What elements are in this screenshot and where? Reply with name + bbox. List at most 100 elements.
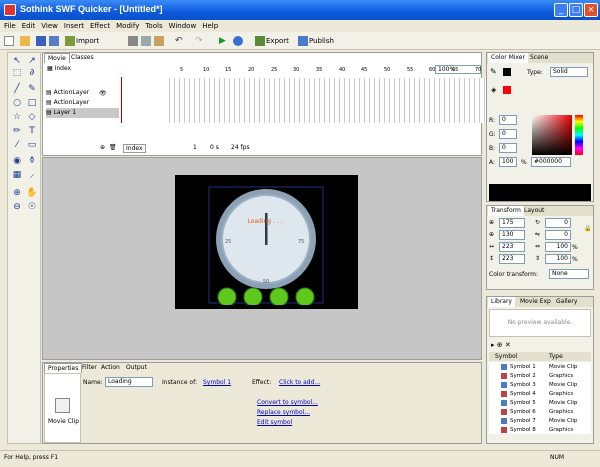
y-input[interactable]: 130	[499, 230, 525, 240]
tab-scene[interactable]: Scene	[527, 53, 551, 63]
hand-tool-icon[interactable]: ✋	[26, 187, 38, 199]
menu-window[interactable]: Window	[169, 20, 197, 32]
hue-slider[interactable]	[575, 115, 583, 155]
subselect-tool-icon[interactable]: ↗	[26, 55, 38, 67]
cut-icon[interactable]	[128, 36, 138, 46]
menu-view[interactable]: View	[41, 20, 58, 32]
instance-link[interactable]: Symbol 1	[203, 379, 231, 386]
height-input[interactable]: 223	[499, 254, 525, 264]
eraser-tool-icon[interactable]: ▭	[26, 139, 38, 151]
brush-tool-icon[interactable]: ⁄	[11, 139, 23, 151]
gradient-tool-icon[interactable]: ▦	[11, 169, 23, 181]
shape-tool-icon[interactable]: ◇	[26, 111, 38, 123]
maximize-button[interactable]: □	[569, 3, 583, 17]
stroke-swatch[interactable]	[503, 68, 511, 76]
open-folder-icon[interactable]	[20, 36, 30, 46]
tab-movie[interactable]: Movie	[44, 53, 70, 63]
layer-row[interactable]: ▤ ActionLayer	[46, 88, 119, 98]
publish-icon[interactable]	[298, 36, 308, 46]
eyedropper-tool-icon[interactable]: ⸝	[26, 169, 38, 181]
pen-tool-icon[interactable]: ✎	[26, 83, 38, 95]
tab-output[interactable]: Output	[123, 363, 150, 373]
list-item[interactable]: Symbol 1 Movie Clip	[501, 363, 587, 371]
edit-symbol-link[interactable]: Edit symbol	[257, 419, 292, 426]
list-item[interactable]: Symbol 7 Movie Clip	[501, 417, 587, 425]
pause-button-icon[interactable]	[243, 287, 263, 305]
view-tool-icon[interactable]: ☉	[26, 201, 38, 213]
menu-effect[interactable]: Effect	[90, 20, 110, 32]
delete-layer-icon[interactable]: 🗑	[109, 144, 117, 151]
tab-filter[interactable]: Filter	[79, 363, 100, 373]
tab-color-mixer[interactable]: Color Mixer	[488, 53, 528, 63]
menu-insert[interactable]: Insert	[64, 20, 84, 32]
color-transform-select[interactable]: None	[549, 269, 589, 279]
rewind-button-icon[interactable]	[269, 287, 289, 305]
scale-y-input[interactable]: 100	[545, 254, 571, 264]
r-input[interactable]: 0	[499, 115, 517, 125]
menu-help[interactable]: Help	[202, 20, 218, 32]
ellipse-tool-icon[interactable]: ○	[11, 97, 23, 109]
menu-modify[interactable]: Modify	[116, 20, 139, 32]
tab-movie-exp[interactable]: Movie Exp	[517, 297, 554, 307]
copy-icon[interactable]	[141, 36, 151, 46]
layer-row-selected[interactable]: ▤ Layer 1	[46, 108, 119, 118]
color-picker[interactable]	[532, 115, 572, 155]
arrow-tool-icon[interactable]: ↖	[11, 55, 23, 67]
new-file-icon[interactable]	[4, 36, 14, 46]
width-input[interactable]: 223	[499, 242, 525, 252]
bucket-tool-icon[interactable]: ⚱	[26, 155, 38, 167]
tab-library[interactable]: Library	[488, 297, 515, 307]
redo-icon[interactable]: ↷	[195, 36, 205, 46]
polygon-tool-icon[interactable]: ☆	[11, 111, 23, 123]
alpha-input[interactable]: 100	[499, 157, 517, 167]
library-toolbar-icon[interactable]: ▸ ⊕ ✕	[491, 341, 511, 349]
zoom-tool-icon[interactable]: ⊕	[11, 187, 23, 199]
eye-icon[interactable]: 👁	[99, 90, 107, 97]
layer-row[interactable]: ▤ ActionLayer	[46, 98, 119, 108]
publish-button[interactable]: Publish	[309, 35, 334, 47]
add-effect-link[interactable]: Click to add...	[279, 379, 320, 386]
import-icon[interactable]	[65, 36, 75, 46]
name-input[interactable]: Loading	[105, 377, 153, 387]
g-input[interactable]: 0	[499, 129, 517, 139]
minimize-button[interactable]: _	[554, 3, 568, 17]
b-input[interactable]: 0	[499, 143, 517, 153]
tab-properties[interactable]: Properties	[44, 363, 83, 373]
replace-symbol-link[interactable]: Replace symbol...	[257, 409, 310, 416]
list-item[interactable]: Symbol 8 Graphics	[501, 426, 587, 434]
convert-symbol-link[interactable]: Convert to symbol...	[257, 399, 318, 406]
hex-input[interactable]: #000000	[531, 157, 571, 167]
tab-gallery[interactable]: Gallery	[553, 297, 580, 307]
save-icon[interactable]	[36, 36, 46, 46]
tab-transform[interactable]: Transform	[488, 206, 524, 216]
text-tool-icon[interactable]: T	[26, 125, 38, 137]
scene-selector[interactable]: ▦ Index	[47, 65, 71, 72]
skew-input[interactable]: 0	[545, 230, 571, 240]
add-layer-icon[interactable]: ⊕	[100, 144, 105, 151]
list-item[interactable]: Symbol 3 Movie Clip	[501, 381, 587, 389]
clock-graphic[interactable]: Loading . . . 25 50 75	[205, 185, 327, 305]
menu-edit[interactable]: Edit	[22, 20, 36, 32]
scale-x-input[interactable]: 100	[545, 242, 571, 252]
rotate-input[interactable]: 0	[545, 218, 571, 228]
preview-icon[interactable]	[233, 36, 243, 46]
fill-tool-icon[interactable]: ◉	[11, 155, 23, 167]
export-icon[interactable]	[255, 36, 265, 46]
import-button[interactable]: Import	[76, 35, 99, 47]
tab-layout[interactable]: Layout	[521, 206, 547, 216]
line-tool-icon[interactable]: ╱	[11, 83, 23, 95]
undo-icon[interactable]: ↶	[175, 36, 185, 46]
tab-action[interactable]: Action	[98, 363, 123, 373]
pencil-tool-icon[interactable]: ✏	[11, 125, 23, 137]
rectangle-tool-icon[interactable]: □	[26, 97, 38, 109]
list-item[interactable]: Symbol 5 Movie Clip	[501, 399, 587, 407]
list-item[interactable]: Symbol 6 Graphics	[501, 408, 587, 416]
zoom-out-tool-icon[interactable]: ⊖	[11, 201, 23, 213]
list-item[interactable]: Symbol 4 Graphics	[501, 390, 587, 398]
x-input[interactable]: 175	[499, 218, 525, 228]
list-item[interactable]: Symbol 2 Graphics	[501, 372, 587, 380]
lasso-tool-icon[interactable]: ∂	[26, 67, 38, 79]
playhead[interactable]	[121, 77, 122, 123]
fill-swatch[interactable]	[503, 86, 511, 94]
lock-icon[interactable]: 🔒	[584, 225, 591, 232]
